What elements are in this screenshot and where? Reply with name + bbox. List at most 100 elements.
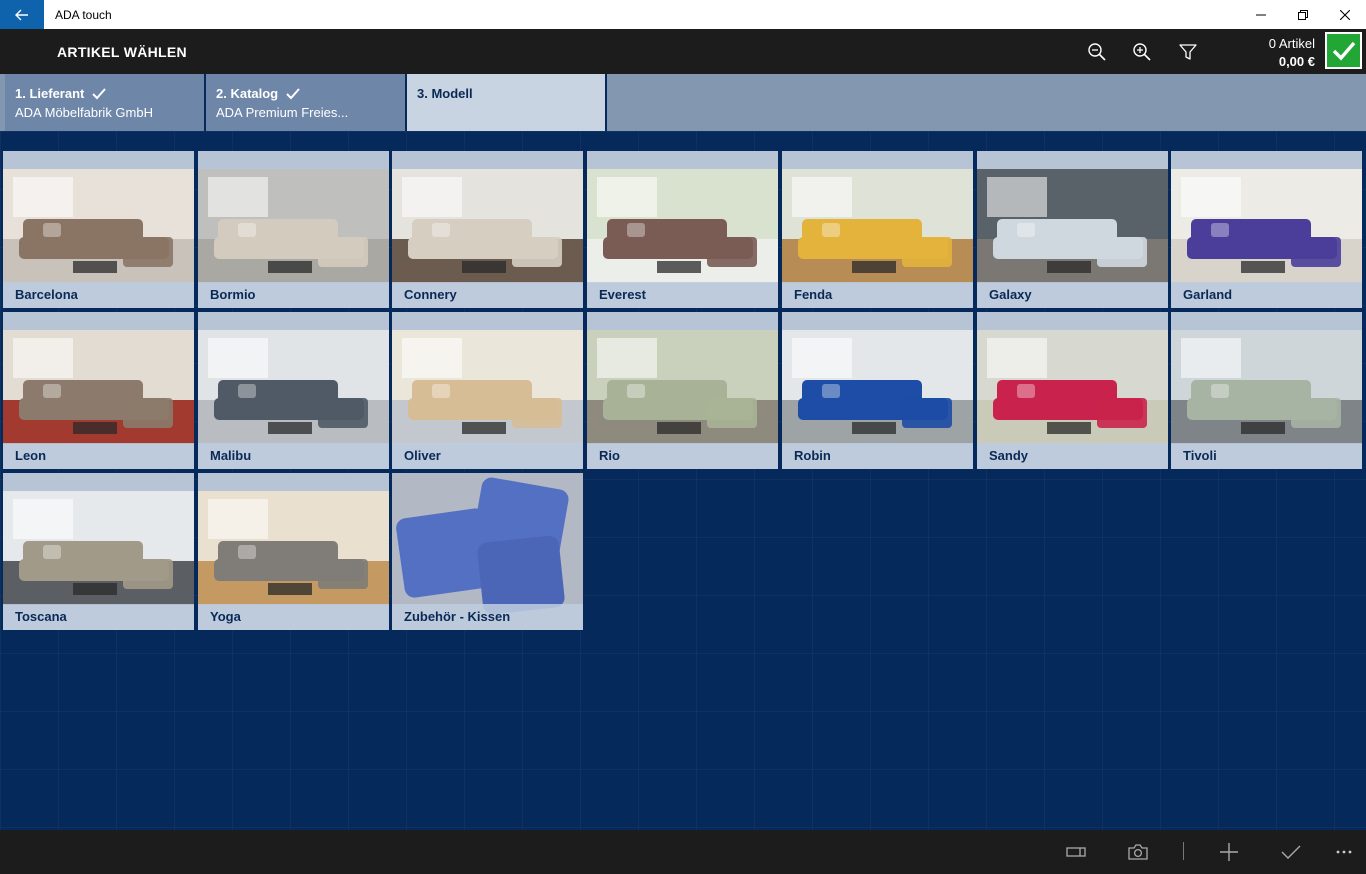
zoom-out-icon (1088, 43, 1106, 61)
panel-icon (1066, 847, 1086, 857)
accept-button[interactable] (1276, 838, 1306, 866)
photo-sofa-chaise (1097, 237, 1147, 267)
model-tile[interactable]: Sandy (977, 312, 1168, 469)
appbar-separator (1183, 842, 1184, 860)
photo-window (987, 338, 1047, 378)
camera-icon (1128, 844, 1148, 860)
minimize-icon (1256, 14, 1266, 15)
checkmark-icon (92, 87, 107, 99)
photo-table (73, 422, 117, 434)
photo-cushion (432, 384, 450, 398)
photo-cushion (627, 384, 645, 398)
model-name: Toscana (3, 604, 194, 630)
back-button[interactable] (0, 0, 44, 29)
camera-button[interactable] (1123, 838, 1153, 866)
model-tile[interactable]: Zubehör - Kissen (392, 473, 583, 630)
more-button[interactable] (1329, 838, 1359, 866)
close-icon (1340, 9, 1350, 20)
photo-cushion (43, 384, 61, 398)
photo-cushion (1017, 384, 1035, 398)
photo-sofa-chaise (902, 237, 952, 267)
photo-table (1241, 422, 1285, 434)
model-name: Sandy (977, 443, 1168, 469)
wizard-steps: 1. Lieferant ADA Möbelfabrik GmbH 2. Kat… (0, 74, 1366, 131)
photo-sofa-chaise (1291, 398, 1341, 428)
restore-button[interactable] (1281, 0, 1325, 29)
photo-window (597, 338, 657, 378)
close-button[interactable] (1323, 0, 1366, 29)
model-name: Garland (1171, 282, 1362, 308)
model-name: Leon (3, 443, 194, 469)
model-tile[interactable]: Galaxy (977, 151, 1168, 308)
photo-window (208, 177, 268, 217)
page-title: ARTIKEL WÄHLEN (57, 44, 187, 60)
model-name: Fenda (782, 282, 973, 308)
photo-table (268, 583, 312, 595)
photo-sofa-chaise (123, 559, 173, 589)
add-icon (1220, 843, 1238, 861)
model-tile[interactable]: Oliver (392, 312, 583, 469)
photo-table (852, 261, 896, 273)
model-tile[interactable]: Connery (392, 151, 583, 308)
model-tile[interactable]: Rio (587, 312, 778, 469)
panel-button[interactable] (1061, 838, 1091, 866)
photo-window (792, 177, 852, 217)
model-tile[interactable]: Tivoli (1171, 312, 1362, 469)
model-name: Malibu (198, 443, 389, 469)
model-name: Connery (392, 282, 583, 308)
window-titlebar: ADA touch (0, 0, 1366, 29)
model-name: Yoga (198, 604, 389, 630)
minimize-button[interactable] (1239, 0, 1283, 29)
photo-window (208, 338, 268, 378)
photo-window (1181, 338, 1241, 378)
model-tile[interactable]: Toscana (3, 473, 194, 630)
photo-sofa-chaise (707, 398, 757, 428)
model-tile[interactable]: Garland (1171, 151, 1362, 308)
photo-cushion (43, 223, 61, 237)
photo-cushion (238, 545, 256, 559)
photo-sofa-chaise (1291, 237, 1341, 267)
check-icon (1332, 41, 1355, 60)
zoom-in-button[interactable] (1127, 37, 1157, 67)
photo-cushion (432, 223, 450, 237)
model-tile[interactable]: Malibu (198, 312, 389, 469)
arrow-left-icon (15, 9, 28, 20)
app-header: ARTIKEL WÄHLEN 0 Artikel 0,00 € (0, 29, 1366, 74)
model-tile[interactable]: Yoga (198, 473, 389, 630)
step-modell-title: 3. Modell (417, 86, 473, 101)
add-button[interactable] (1214, 838, 1244, 866)
model-tile[interactable]: Leon (3, 312, 194, 469)
photo-table (268, 422, 312, 434)
step-katalog-title: 2. Katalog (216, 86, 279, 101)
photo-cushion (43, 545, 61, 559)
photo-cushion (1017, 223, 1035, 237)
step-lieferant[interactable]: 1. Lieferant ADA Möbelfabrik GmbH (5, 74, 206, 131)
zoom-out-button[interactable] (1082, 37, 1112, 67)
photo-table (462, 422, 506, 434)
photo-sofa-chaise (123, 237, 173, 267)
model-tile[interactable]: Fenda (782, 151, 973, 308)
photo-table (268, 261, 312, 273)
photo-window (13, 338, 73, 378)
photo-table (657, 422, 701, 434)
photo-table (1047, 261, 1091, 273)
photo-sofa-chaise (123, 398, 173, 428)
model-tile[interactable]: Bormio (198, 151, 389, 308)
model-name: Rio (587, 443, 778, 469)
photo-window (987, 177, 1047, 217)
step-modell[interactable]: 3. Modell (407, 74, 607, 131)
model-name: Galaxy (977, 282, 1168, 308)
model-tile[interactable]: Everest (587, 151, 778, 308)
photo-table (462, 261, 506, 273)
filter-button[interactable] (1173, 37, 1203, 67)
confirm-selection-button[interactable] (1325, 32, 1362, 69)
step-katalog[interactable]: 2. Katalog ADA Premium Freies... (206, 74, 407, 131)
photo-cushion (1211, 384, 1229, 398)
model-tile[interactable]: Robin (782, 312, 973, 469)
photo-window (597, 177, 657, 217)
photo-sofa-chaise (512, 237, 562, 267)
photo-cushion (822, 223, 840, 237)
photo-window (402, 338, 462, 378)
photo-cushion (627, 223, 645, 237)
model-tile[interactable]: Barcelona (3, 151, 194, 308)
